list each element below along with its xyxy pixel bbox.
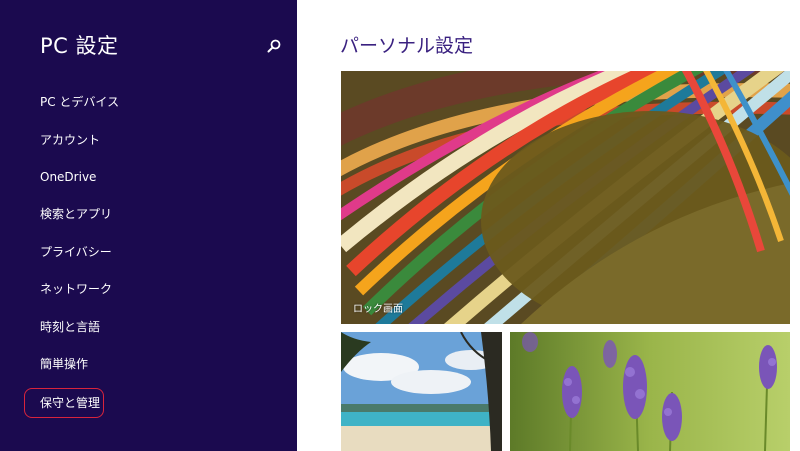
beach-image: [341, 332, 502, 451]
sidebar-item-update-recovery[interactable]: 保守と管理: [40, 395, 100, 411]
page-title: パーソナル設定: [340, 35, 474, 57]
pc-settings-window: PC 設定 PC とデバイス アカウント OneDrive 検索とアプリ プライ…: [0, 0, 800, 451]
sidebar-item-time-language[interactable]: 時刻と言語: [40, 319, 100, 335]
sidebar-title: PC 設定: [40, 34, 119, 58]
search-icon: [267, 39, 281, 53]
account-picture-tile[interactable]: [510, 332, 790, 451]
sidebar-item-privacy[interactable]: プライバシー: [40, 244, 112, 260]
sidebar-item-onedrive[interactable]: OneDrive: [40, 169, 96, 185]
sidebar-item-accounts[interactable]: アカウント: [40, 132, 100, 148]
sidebar-item-pc-devices[interactable]: PC とデバイス: [40, 94, 119, 110]
sidebar-item-search-apps[interactable]: 検索とアプリ: [40, 206, 112, 222]
search-button[interactable]: [262, 34, 286, 58]
lock-screen-tile[interactable]: ロック画面: [341, 71, 790, 324]
lavender-image: [510, 332, 790, 451]
lock-screen-label: ロック画面: [353, 304, 403, 315]
sidebar-item-ease-of-access[interactable]: 簡単操作: [40, 356, 88, 372]
start-screen-tile[interactable]: [341, 332, 502, 451]
sidebar-item-network[interactable]: ネットワーク: [40, 281, 112, 297]
sidebar: PC 設定 PC とデバイス アカウント OneDrive 検索とアプリ プライ…: [0, 0, 297, 451]
colored-strips-image: [341, 71, 790, 324]
